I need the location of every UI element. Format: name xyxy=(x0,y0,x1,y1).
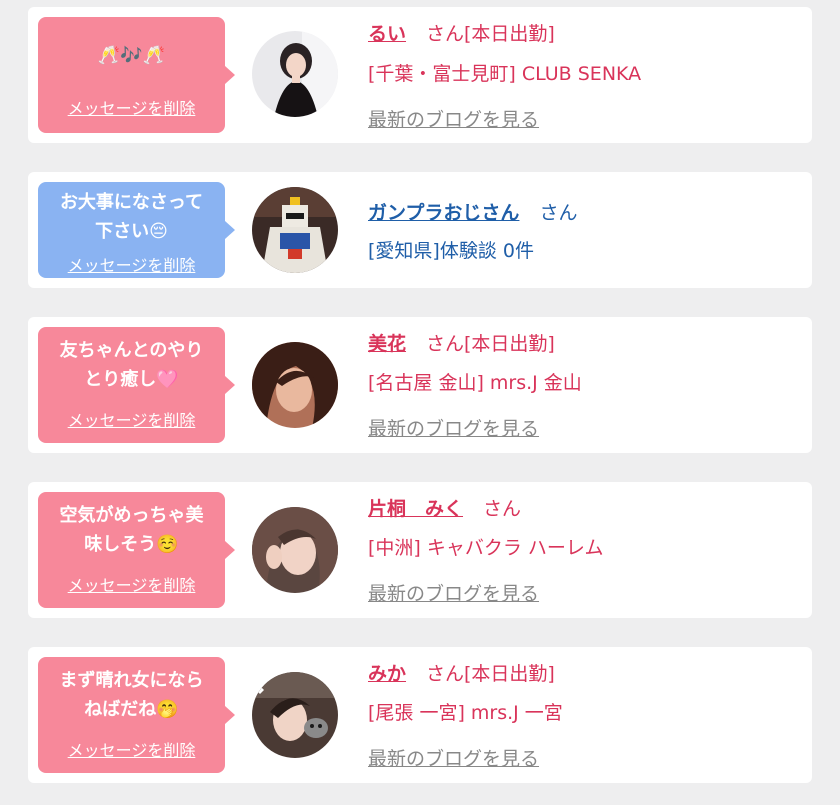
sender-info: 片桐 みく さん [中洲] キャバクラ ハーレム 最新のブログを見る xyxy=(368,482,802,618)
message-bubble: 友ちゃんとのやり とり癒し🩷 メッセージを削除 xyxy=(38,327,235,443)
delete-message-link[interactable]: メッセージを削除 xyxy=(38,572,225,596)
sender-name-link[interactable]: みか xyxy=(368,663,406,685)
message-card-1: 🥂🎶🥂 メッセージを削除 るい さん[本日出勤] [千葉・富士見町] CLUB S… xyxy=(28,7,812,143)
sender-line: るい さん[本日出勤] xyxy=(368,19,555,46)
shop-location: [千葉・富士見町] CLUB SENKA xyxy=(368,63,642,85)
message-text: 空気がめっちゃ美 味しそう☺️ xyxy=(59,505,204,555)
delete-message-link[interactable]: メッセージを削除 xyxy=(38,737,225,761)
sender-suffix: さん xyxy=(483,498,522,520)
shop-location: [尾張 一宮] mrs.J 一宮 xyxy=(368,702,563,724)
message-card-4: 空気がめっちゃ美 味しそう☺️ メッセージを削除 片桐 みく さん [中洲] キャ… xyxy=(28,482,812,618)
delete-message-link[interactable]: メッセージを削除 xyxy=(38,252,225,276)
latest-blog-link[interactable]: 最新のブログを見る xyxy=(368,414,539,441)
sender-info: るい さん[本日出勤] [千葉・富士見町] CLUB SENKA 最新のブログを見… xyxy=(368,7,802,143)
sender-suffix: さん xyxy=(539,202,578,224)
message-bubble: 空気がめっちゃ美 味しそう☺️ メッセージを削除 xyxy=(38,492,235,608)
avatar-photo-icon[interactable] xyxy=(252,31,338,117)
latest-blog-link[interactable]: 最新のブログを見る xyxy=(368,579,539,606)
latest-blog-link[interactable]: 最新のブログを見る xyxy=(368,105,539,132)
sender-name-link[interactable]: るい xyxy=(368,23,406,45)
message-bubble: 🥂🎶🥂 メッセージを削除 xyxy=(38,17,235,133)
avatar-photo-icon[interactable] xyxy=(252,187,338,273)
sender-line: みか さん[本日出勤] xyxy=(368,659,555,686)
message-text: まず晴れ女になら ねばだね🤭 xyxy=(59,670,204,720)
sender-suffix: さん[本日出勤] xyxy=(426,23,555,45)
shop-location: [愛知県]体験談 0件 xyxy=(368,240,534,262)
shop-location: [中洲] キャバクラ ハーレム xyxy=(368,537,604,559)
message-text: お大事になさって 下さい😔 xyxy=(59,192,204,242)
sender-info: みか さん[本日出勤] [尾張 一宮] mrs.J 一宮 最新のブログを見る xyxy=(368,647,802,783)
sender-info: 美花 さん[本日出勤] [名古屋 金山] mrs.J 金山 最新のブログを見る xyxy=(368,317,802,453)
sender-suffix: さん[本日出勤] xyxy=(426,333,555,355)
sender-name-link[interactable]: 美花 xyxy=(368,333,406,355)
sender-name-link[interactable]: ガンプラおじさん xyxy=(368,202,519,224)
sender-name-link[interactable]: 片桐 みく xyxy=(368,498,463,520)
sender-line: 美花 さん[本日出勤] xyxy=(368,329,555,356)
message-card-3: 友ちゃんとのやり とり癒し🩷 メッセージを削除 美花 さん[本日出勤] [名古屋 … xyxy=(28,317,812,453)
delete-message-link[interactable]: メッセージを削除 xyxy=(38,407,225,431)
sender-line: ガンプラおじさん さん xyxy=(368,198,577,225)
sender-info: ガンプラおじさん さん [愛知県]体験談 0件 xyxy=(368,172,802,288)
latest-blog-link[interactable]: 最新のブログを見る xyxy=(368,744,539,771)
avatar-photo-icon[interactable] xyxy=(252,507,338,593)
message-card-2: お大事になさって 下さい😔 メッセージを削除 ガンプラおじさん さん [愛知県]体… xyxy=(28,172,812,288)
message-bubble: お大事になさって 下さい😔 メッセージを削除 xyxy=(38,182,235,278)
sender-line: 片桐 みく さん xyxy=(368,494,521,521)
message-bubble: まず晴れ女になら ねばだね🤭 メッセージを削除 xyxy=(38,657,235,773)
avatar-photo-icon[interactable] xyxy=(252,342,338,428)
message-text: 🥂🎶🥂 xyxy=(97,45,166,66)
avatar-photo-icon[interactable] xyxy=(252,672,338,758)
message-text: 友ちゃんとのやり とり癒し🩷 xyxy=(59,340,204,390)
sender-suffix: さん[本日出勤] xyxy=(426,663,555,685)
delete-message-link[interactable]: メッセージを削除 xyxy=(38,95,225,119)
message-card-5: まず晴れ女になら ねばだね🤭 メッセージを削除 みか さん[本日出勤] [尾張 一… xyxy=(28,647,812,783)
shop-location: [名古屋 金山] mrs.J 金山 xyxy=(368,372,582,394)
